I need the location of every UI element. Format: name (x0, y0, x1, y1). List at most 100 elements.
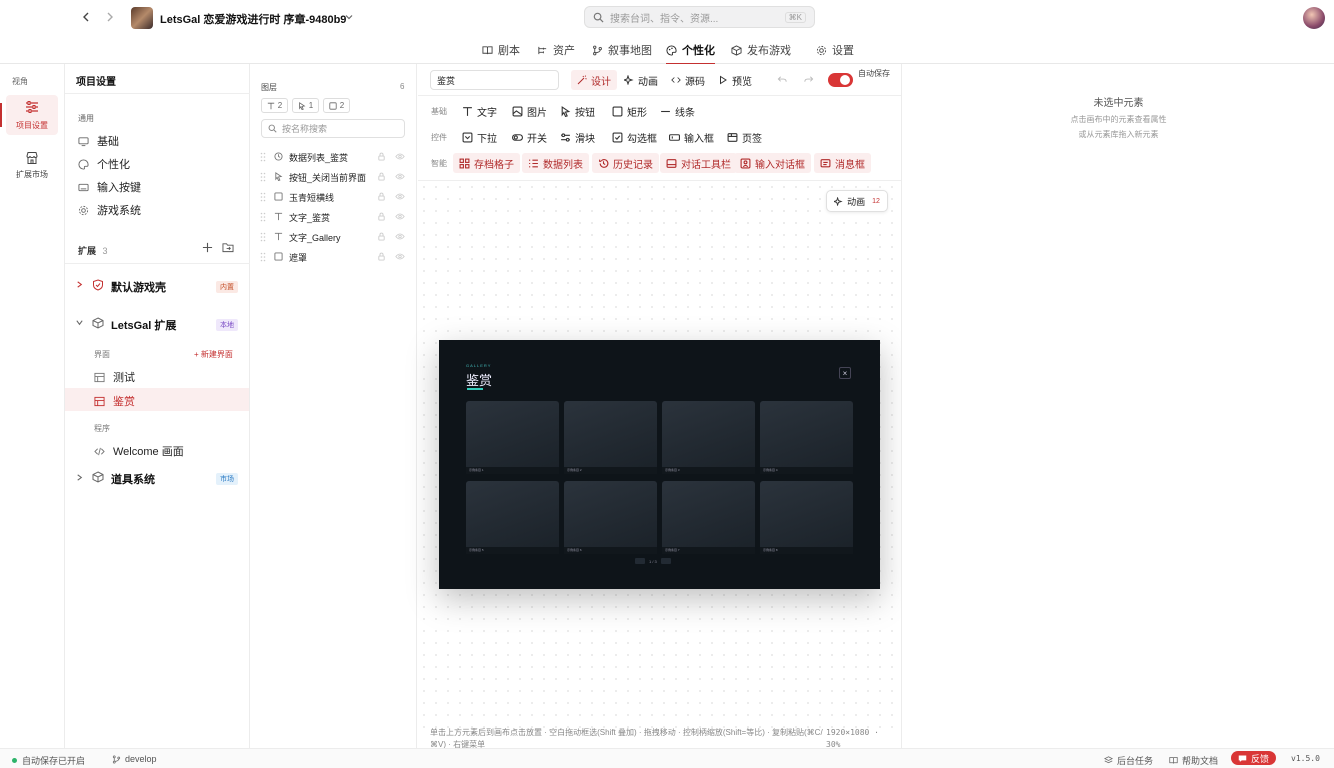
tab-script[interactable]: 剧本 (482, 36, 520, 64)
tab-story-map[interactable]: 叙事地图 (592, 36, 652, 64)
library-item[interactable]: 图片 (506, 101, 553, 121)
pager-prev[interactable] (635, 558, 645, 564)
tab-publish[interactable]: 发布游戏 (731, 36, 791, 64)
eye-icon[interactable] (395, 252, 405, 261)
layer-row[interactable]: 玉青短横线 (260, 189, 410, 205)
drag-handle-icon[interactable] (260, 192, 266, 202)
rail-item-project-settings[interactable]: 项目设置 (0, 95, 58, 135)
branch-status[interactable]: develop (112, 754, 157, 764)
mode-preview[interactable]: 预览 (712, 70, 758, 90)
mode-source[interactable]: 源码 (665, 70, 711, 90)
mode-animation[interactable]: 动画 (618, 70, 664, 90)
extension-default-shell[interactable]: 默认游戏壳 (111, 279, 166, 295)
filter-button[interactable]: 1 (292, 98, 319, 113)
gallery-eyebrow[interactable]: GALLERY (466, 363, 491, 368)
gallery-card[interactable]: 示例条目 3 (662, 401, 755, 474)
gallery-card[interactable]: 示例条目 1 (466, 401, 559, 474)
layer-search[interactable]: 按名称搜索 (261, 119, 405, 138)
undo-icon[interactable] (777, 74, 788, 85)
jade-divider[interactable] (467, 388, 483, 390)
library-item[interactable]: 下拉 (456, 127, 503, 147)
lock-icon[interactable] (377, 172, 386, 181)
extension-letsgal[interactable]: LetsGal 扩展 (111, 317, 176, 333)
layer-row[interactable]: 文字_鉴赏 (260, 209, 410, 225)
chevron-down-icon[interactable] (75, 318, 84, 327)
rail-item-extension-market[interactable]: 扩展市场 (6, 147, 58, 187)
chevron-right-icon[interactable] (75, 280, 84, 289)
new-ui-button[interactable]: + 新建界面 (194, 349, 233, 360)
general-item-keys[interactable]: 输入按键 (78, 179, 141, 195)
avatar[interactable] (1303, 7, 1325, 29)
forward-icon[interactable] (104, 11, 116, 23)
artboard-gallery[interactable]: GALLERY 鉴赏 × 示例条目 1 示例条目 2 示例条目 3 示例条目 4 示例条… (439, 340, 880, 589)
ui-name-input[interactable]: 鉴赏 (430, 70, 559, 90)
gallery-title[interactable]: 鉴赏 (466, 370, 492, 389)
layer-row[interactable]: 遮罩 (260, 249, 410, 265)
library-item[interactable]: 存档格子 (453, 153, 520, 173)
lock-icon[interactable] (377, 152, 386, 161)
library-item[interactable]: 消息框 (814, 153, 871, 173)
general-item-game-system[interactable]: 游戏系统 (78, 202, 141, 218)
general-item-personalize[interactable]: 个性化 (78, 156, 130, 172)
chevron-right-icon[interactable] (75, 473, 84, 482)
eye-icon[interactable] (395, 212, 405, 221)
library-item[interactable]: 输入对话框 (734, 153, 811, 173)
library-item[interactable]: 线条 (654, 101, 701, 121)
layer-row[interactable]: 按钮_关闭当前界面 (260, 169, 410, 185)
feedback-button[interactable]: 反馈 (1231, 751, 1277, 765)
ui-item-gallery[interactable]: 鉴赏 (65, 388, 249, 411)
drag-handle-icon[interactable] (260, 172, 266, 182)
drag-handle-icon[interactable] (260, 152, 266, 162)
library-item[interactable]: 对话工具栏 (660, 153, 737, 173)
lock-icon[interactable] (377, 252, 386, 261)
library-item[interactable]: 开关 (506, 127, 553, 147)
eye-icon[interactable] (395, 232, 405, 241)
background-tasks[interactable]: 后台任务 (1104, 754, 1153, 767)
gallery-card[interactable]: 示例条目 8 (760, 481, 853, 554)
drag-handle-icon[interactable] (260, 232, 266, 242)
library-item[interactable]: 数据列表 (522, 153, 589, 173)
lock-icon[interactable] (377, 212, 386, 221)
add-icon[interactable] (202, 242, 213, 253)
library-item[interactable]: 矩形 (606, 101, 653, 121)
eye-icon[interactable] (395, 172, 405, 181)
gallery-card[interactable]: 示例条目 6 (564, 481, 657, 554)
eye-icon[interactable] (395, 192, 405, 201)
tab-assets[interactable]: 资产 (537, 36, 575, 64)
layer-row[interactable]: 数据列表_鉴赏 (260, 149, 410, 165)
drag-handle-icon[interactable] (260, 252, 266, 262)
program-item-welcome[interactable]: Welcome 画面 (94, 443, 184, 459)
lock-icon[interactable] (377, 192, 386, 201)
animation-button[interactable]: 动画 12 (826, 190, 888, 212)
gallery-card[interactable]: 示例条目 2 (564, 401, 657, 474)
general-item-basic[interactable]: 基础 (78, 133, 119, 149)
filter-text[interactable]: 2 (261, 98, 288, 113)
tab-settings[interactable]: 设置 (816, 36, 854, 64)
gallery-card[interactable]: 示例条目 4 (760, 401, 853, 474)
autosave-toggle[interactable] (828, 73, 853, 87)
filter-rect[interactable]: 2 (323, 98, 350, 113)
mode-design[interactable]: 设计 (571, 70, 617, 90)
library-item[interactable]: 按钮 (554, 101, 601, 121)
chevron-down-icon[interactable] (344, 12, 354, 22)
pager-next[interactable] (660, 558, 671, 564)
back-icon[interactable] (80, 11, 92, 23)
lock-icon[interactable] (377, 232, 386, 241)
ui-item-test[interactable]: 测试 (94, 369, 135, 385)
project-title[interactable]: LetsGal 恋爱游戏进行时 序章-9480b9 (160, 11, 346, 27)
library-item[interactable]: 页签 (721, 127, 768, 147)
drag-handle-icon[interactable] (260, 212, 266, 222)
library-item[interactable]: 勾选框 (606, 127, 663, 147)
global-search[interactable]: 搜索台词、指令、资源... ⌘K (584, 6, 815, 28)
redo-icon[interactable] (803, 74, 814, 85)
extension-item-system[interactable]: 道具系统 (111, 471, 155, 487)
library-item[interactable]: 输入框 (663, 127, 720, 147)
gallery-card[interactable]: 示例条目 5 (466, 481, 559, 554)
library-item[interactable]: 滑块 (554, 127, 601, 147)
library-item[interactable]: 历史记录 (592, 153, 659, 173)
close-button[interactable]: × (839, 367, 851, 379)
gallery-card[interactable]: 示例条目 7 (662, 481, 755, 554)
eye-icon[interactable] (395, 152, 405, 161)
help-docs[interactable]: 帮助文档 (1169, 754, 1218, 767)
folder-import-icon[interactable] (222, 242, 234, 253)
